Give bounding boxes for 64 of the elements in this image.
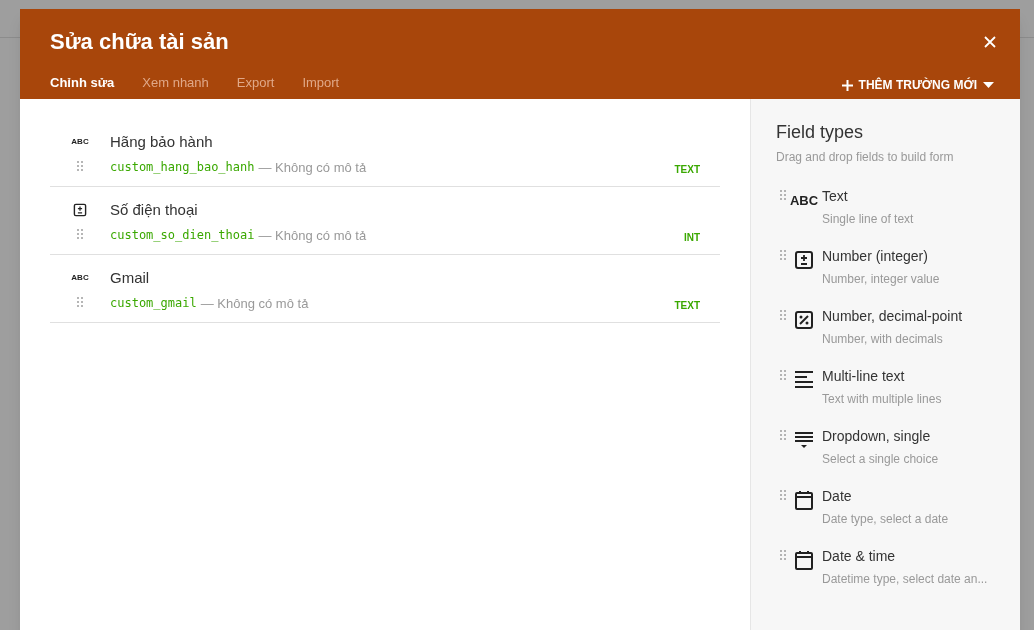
field-name: Số điện thoại [110, 200, 199, 220]
field-type-item[interactable]: ABC Text Single line of text [776, 186, 1020, 246]
field-type-item[interactable]: Dropdown, single Select a single choice [776, 426, 1020, 486]
field-row[interactable]: Số điện thoại custom_so_dien_thoai — Không có mô tả INT [50, 187, 720, 255]
field-type-description: Date type, select a date [822, 511, 949, 528]
field-type-label: TEXT [674, 298, 700, 313]
drag-handle-icon[interactable] [780, 550, 786, 560]
drag-handle-icon[interactable] [77, 229, 83, 239]
field-type-description: Number, integer value [822, 271, 940, 288]
drag-handle-icon[interactable] [780, 490, 786, 500]
field-type-item[interactable]: Date Date type, select a date [776, 486, 1020, 546]
calendar-icon [794, 490, 814, 510]
caret-icon [983, 82, 994, 88]
field-type-name: Multi-line text [822, 367, 906, 386]
field-type-description: Text with multiple lines [822, 391, 942, 408]
text-type-icon: ABC [71, 138, 89, 146]
panel-title: Field types [776, 121, 865, 144]
dialog-title: Sửa chữa tài sản [50, 28, 229, 56]
field-type-label: INT [683, 230, 700, 245]
drag-handle-icon[interactable] [780, 250, 786, 260]
field-name: Gmail [110, 268, 151, 288]
field-type-item[interactable]: Number (integer) Number, integer value [776, 246, 1020, 306]
field-description: — Không có mô tả [258, 158, 367, 177]
drag-handle-icon[interactable] [780, 310, 786, 320]
field-row[interactable]: ABC Hãng bảo hành custom_hang_bao_hanh — Không có mô tả TEXT [50, 119, 720, 187]
field-type-description: Single line of text [822, 211, 914, 228]
field-type-label: TEXT [674, 162, 700, 177]
field-key: custom_gmail [110, 294, 197, 313]
add-field-button[interactable]: THÊM TRƯỜNG MỚI [841, 76, 994, 94]
field-type-item[interactable]: Date & time Datetime type, select date an... [776, 546, 1020, 606]
plus-minus-box-icon [794, 250, 814, 270]
field-key: custom_hang_bao_hanh [110, 158, 255, 177]
field-name: Hãng bảo hành [110, 132, 214, 152]
field-type-name: Date & time [822, 547, 897, 566]
drag-handle-icon[interactable] [780, 190, 786, 200]
drag-handle-icon[interactable] [77, 297, 83, 307]
close-icon[interactable] [984, 35, 996, 48]
field-type-name: Number, decimal-point [822, 307, 963, 326]
field-type-description: Datetime type, select date an... [822, 571, 988, 588]
field-type-name: Number (integer) [822, 247, 929, 266]
field-type-item[interactable]: Number, decimal-point Number, with decimals [776, 306, 1020, 366]
field-description: — Không có mô tả [200, 294, 309, 313]
field-type-name: Dropdown, single [822, 427, 932, 446]
field-type-description: Select a single choice [822, 451, 939, 468]
field-type-name: Text [822, 187, 849, 206]
field-type-item[interactable]: Multi-line text Text with multiple lines [776, 366, 1020, 426]
drag-handle-icon[interactable] [780, 370, 786, 380]
text-type-icon: ABC [71, 274, 89, 282]
dropdown-list-icon [794, 430, 814, 450]
drag-handle-icon[interactable] [780, 430, 786, 440]
text-type-icon: ABC [789, 193, 819, 207]
field-description: — Không có mô tả [258, 226, 367, 245]
field-type-name: Date [822, 487, 853, 506]
field-key: custom_so_dien_thoai [110, 226, 255, 245]
plus-icon [841, 79, 853, 91]
field-type-description: Number, with decimals [822, 331, 944, 348]
plus-minus-box-icon [73, 203, 87, 217]
panel-subtitle: Drag and drop fields to build form [776, 149, 955, 166]
field-row[interactable]: ABC Gmail custom_gmail — Không có mô tả TEXT [50, 255, 720, 323]
text-lines-icon [794, 370, 814, 390]
tab[interactable]: Chỉnh sửa [50, 73, 115, 93]
percent-box-icon [794, 310, 814, 330]
calendar-icon [794, 550, 814, 570]
drag-handle-icon[interactable] [77, 161, 83, 171]
